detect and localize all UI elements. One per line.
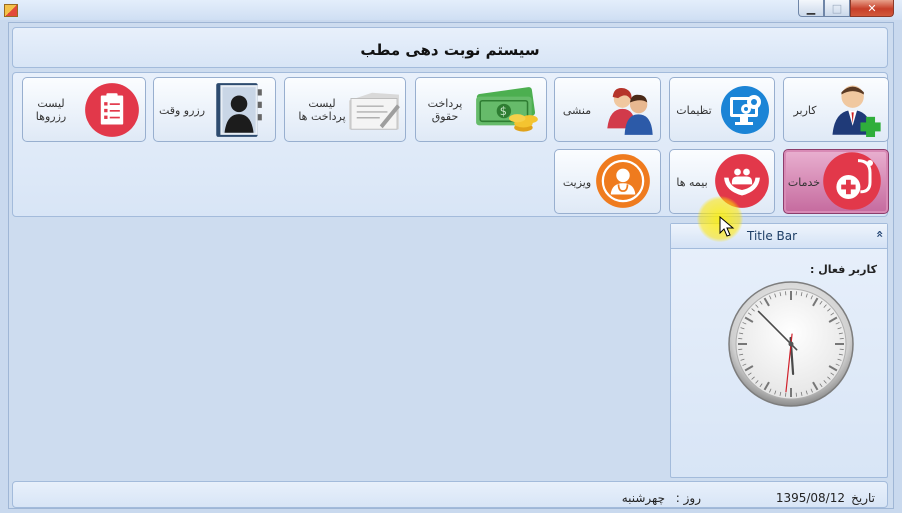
insurance-button-label: بیمه ها — [676, 176, 708, 189]
add-user-icon — [832, 85, 881, 137]
settings-button[interactable]: تظیمات — [669, 77, 775, 142]
people-icon — [607, 88, 653, 135]
day-value: چهرشنبه — [621, 491, 665, 505]
close-button[interactable]: ✕ — [850, 0, 894, 17]
side-panel: « Title Bar کاربر فعال : — [670, 223, 888, 478]
visit-button-label: ویزیت — [562, 176, 592, 189]
salary-payment-button-label: پرداخت حقوق — [427, 97, 463, 123]
date-value: 1395/08/12 — [775, 491, 845, 505]
maximize-button[interactable]: □ — [824, 0, 850, 17]
secretary-button-label: منشی — [562, 104, 592, 117]
app-icon[interactable] — [4, 4, 18, 17]
user-button-label: کاربر — [793, 104, 817, 117]
side-panel-title: Title Bar — [747, 229, 798, 243]
cursor-highlight — [697, 196, 743, 242]
secretary-button[interactable]: منشی — [554, 77, 661, 142]
payments-list-button[interactable]: لیست پرداخت ها — [284, 77, 406, 142]
date-label: تاریخ — [851, 491, 875, 505]
analog-clock — [727, 280, 855, 408]
svg-text:$: $ — [500, 105, 507, 118]
money-icon: $ — [476, 87, 538, 132]
day-label: روز : — [675, 491, 701, 505]
clock-face-svg — [728, 281, 854, 407]
visit-button[interactable]: ویزیت — [554, 149, 661, 214]
settings-button-label: تظیمات — [676, 104, 712, 117]
page-title: سیستم نوبت دهی مطب — [360, 41, 540, 59]
mouse-pointer-icon — [719, 216, 735, 237]
user-button[interactable]: کاربر — [783, 77, 889, 142]
booking-button[interactable]: رزرو وقت — [153, 77, 276, 142]
clipboard-list-icon — [85, 83, 139, 137]
salary-payment-button[interactable]: پرداخت حقوق $ — [415, 77, 547, 142]
reservations-list-button-label: لیست رزروها — [35, 97, 67, 123]
window-title-bar: ▁ □ ✕ — [0, 0, 902, 20]
toolbar-panel: کاربر تظیمات منشی پرداخت حقوق $ لیست پرد… — [12, 72, 889, 217]
medical-stethoscope-icon — [823, 152, 881, 210]
reservations-list-button[interactable]: لیست رزروها — [22, 77, 146, 142]
doctor-icon — [596, 154, 650, 208]
services-button-label: خدمات — [787, 176, 821, 189]
document-icon — [349, 92, 400, 130]
services-button[interactable]: خدمات — [783, 149, 889, 214]
main-client-area: سیستم نوبت دهی مطب کاربر تظیمات منشی پرد… — [8, 22, 894, 509]
window-controls: ▁ □ ✕ — [798, 0, 894, 17]
active-user-label: کاربر فعال : — [810, 263, 877, 276]
settings-gear-icon — [721, 86, 769, 134]
status-bar: تاریخ 1395/08/12 روز : چهرشنبه — [12, 481, 888, 508]
address-book-icon — [216, 83, 262, 137]
header-panel: سیستم نوبت دهی مطب — [12, 27, 888, 68]
payments-list-button-label: لیست پرداخت ها — [298, 97, 346, 123]
booking-button-label: رزرو وقت — [158, 104, 206, 117]
collapse-icon[interactable]: « — [873, 230, 887, 238]
minimize-button[interactable]: ▁ — [798, 0, 824, 17]
